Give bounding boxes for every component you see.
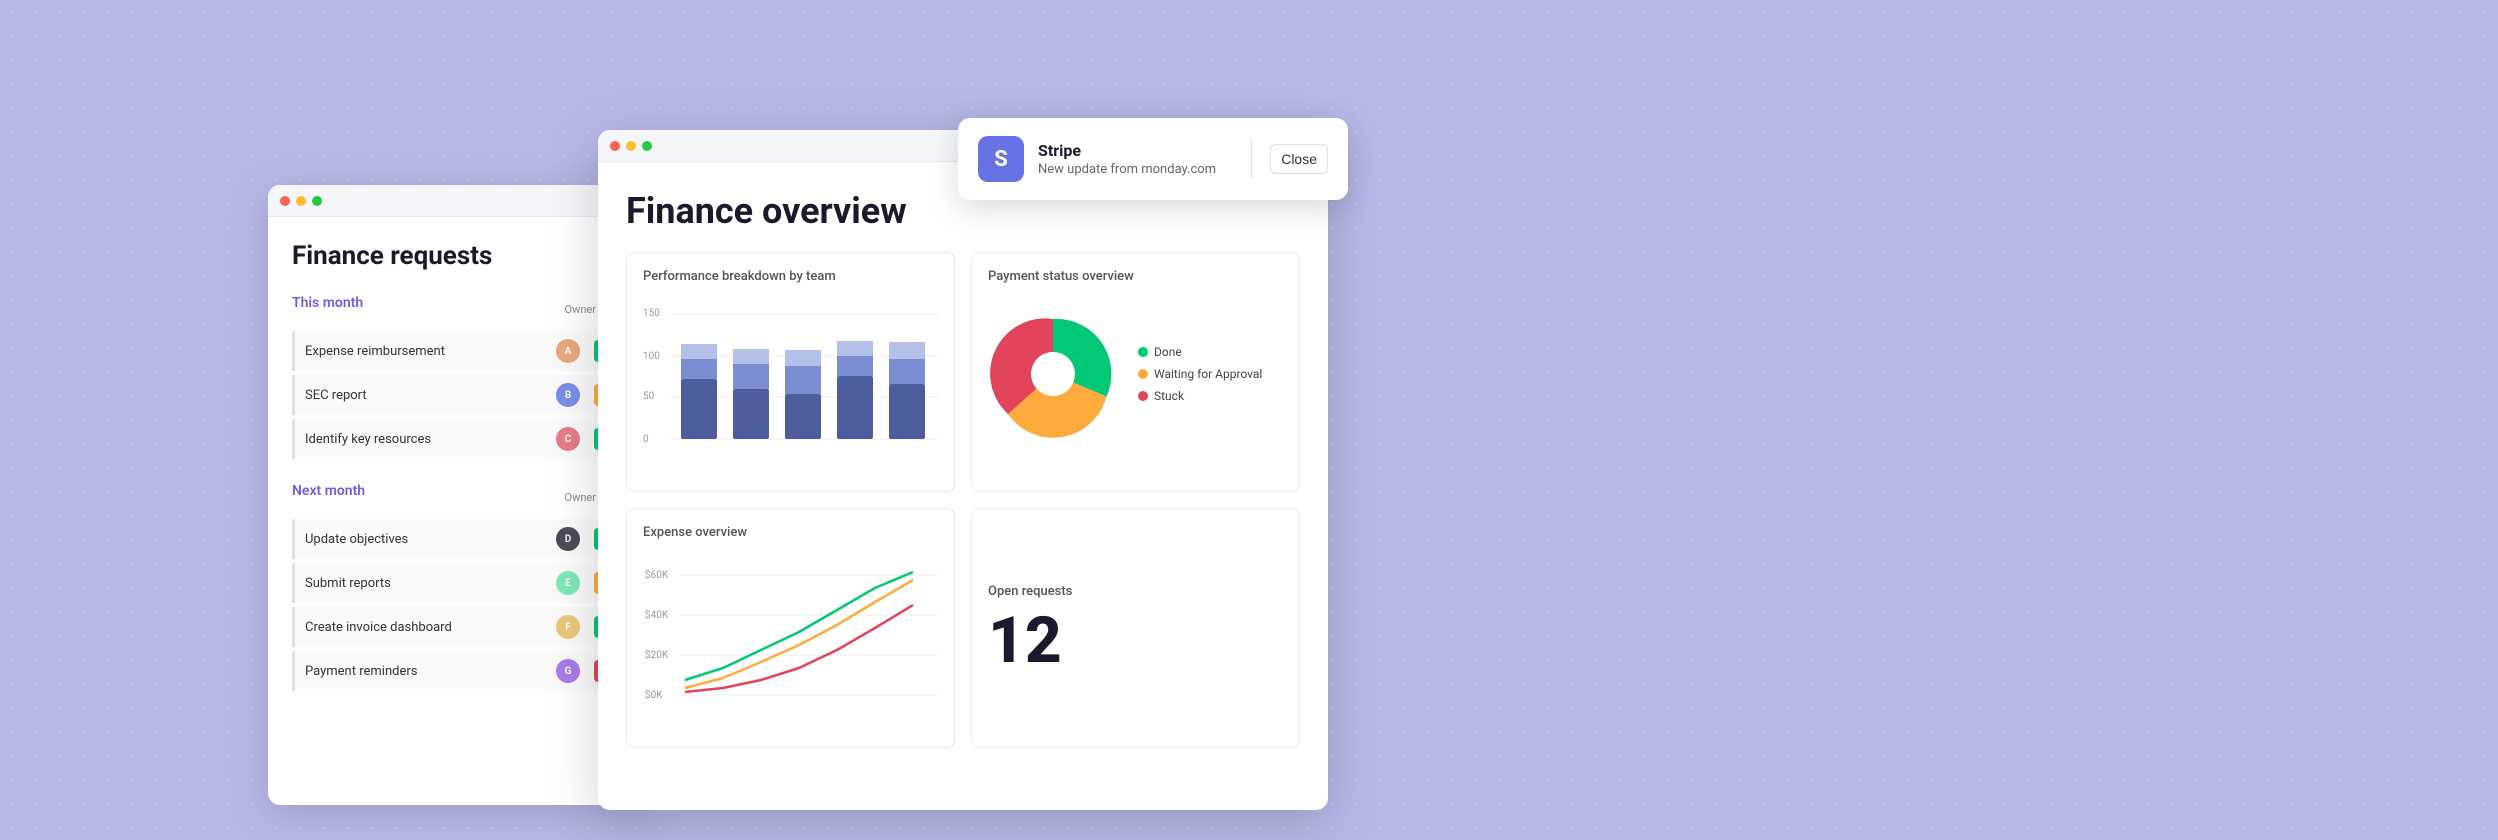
svg-text:50: 50 (643, 391, 655, 402)
bar-chart-title: Performance breakdown by team (643, 269, 938, 284)
owner-label-2: Owner (565, 491, 596, 504)
legend-dot-waiting (1138, 369, 1148, 379)
notification-text: Stripe New update from monday.com (1038, 141, 1233, 177)
scene: Finance requests This month Owner Expens… (0, 0, 2498, 840)
task-name: Submit reports (305, 576, 556, 591)
this-month-label: This month (292, 295, 363, 311)
open-requests-count: 12 (988, 609, 1062, 673)
overview-content: Finance overview Performance breakdown b… (598, 162, 1328, 768)
open-requests-title: Open requests (988, 584, 1072, 599)
task-name: Payment reminders (305, 664, 556, 679)
legend-label-stuck: Stuck (1154, 389, 1184, 403)
window-dot-green (312, 196, 322, 206)
legend-item-waiting: Waiting for Approval (1138, 367, 1262, 381)
avatar: A (556, 339, 580, 363)
notification-close-button[interactable]: Close (1270, 144, 1328, 174)
finance-requests-content: Finance requests This month Owner Expens… (268, 217, 648, 735)
bar-chart: 0 50 100 150 (643, 294, 938, 474)
next-month-header: Next month Owner (292, 483, 624, 511)
svg-text:$40K: $40K (645, 608, 669, 621)
avatar: E (556, 571, 580, 595)
svg-text:$60K: $60K (645, 568, 669, 581)
notification-divider (1251, 139, 1252, 179)
owner-label-1: Owner (565, 303, 596, 316)
legend-item-stuck: Stuck (1138, 389, 1262, 403)
task-name: Create invoice dashboard (305, 620, 556, 635)
bar-chart-widget: Performance breakdown by team 0 50 100 1… (626, 252, 955, 492)
stripe-icon: S (978, 136, 1024, 182)
bar-chart-svg: 0 50 100 150 (643, 294, 943, 464)
avatar: G (556, 659, 580, 683)
pie-container: Done Waiting for Approval Stuck (988, 294, 1283, 454)
legend-label-done: Done (1154, 345, 1182, 359)
next-month-list: Update objectives D Submit reports E Cre… (292, 519, 624, 691)
window-dot-red (280, 196, 290, 206)
this-month-list: Expense reimbursement A SEC report B Ide… (292, 331, 624, 459)
list-item: Expense reimbursement A (292, 331, 624, 371)
avatar: C (556, 427, 580, 451)
legend-item-done: Done (1138, 345, 1262, 359)
legend-label-waiting: Waiting for Approval (1154, 367, 1262, 381)
overview-grid: Performance breakdown by team 0 50 100 1… (626, 252, 1300, 748)
notification-title: Stripe (1038, 141, 1233, 160)
open-requests-widget: Open requests 12 (971, 508, 1300, 748)
svg-text:0: 0 (643, 434, 649, 445)
notification-subtitle: New update from monday.com (1038, 162, 1233, 177)
pie-chart-title: Payment status overview (988, 269, 1283, 284)
pie-legend: Done Waiting for Approval Stuck (1138, 345, 1262, 403)
legend-dot-done (1138, 347, 1148, 357)
window-dot-yellow (626, 141, 636, 151)
avatar: F (556, 615, 580, 639)
list-item: SEC report B (292, 375, 624, 415)
svg-text:$0K: $0K (645, 688, 663, 701)
finance-overview-card: Finance overview Performance breakdown b… (598, 130, 1328, 810)
legend-dot-stuck (1138, 391, 1148, 401)
task-name: SEC report (305, 388, 556, 403)
window-dot-yellow (296, 196, 306, 206)
avatar: D (556, 527, 580, 551)
pie-chart-widget: Payment status overview (971, 252, 1300, 492)
task-name: Expense reimbursement (305, 344, 556, 359)
notification-card: S Stripe New update from monday.com Clos… (958, 118, 1348, 200)
list-item: Submit reports E (292, 563, 624, 603)
line-chart-svg: $0K $20K $40K $60K (643, 550, 943, 720)
line-chart-widget: Expense overview $0K $20K $40K $60K (626, 508, 955, 748)
line-chart-title: Expense overview (643, 525, 938, 540)
this-month-header: This month Owner (292, 295, 624, 323)
task-name: Identify key resources (305, 432, 556, 447)
card-top-bar (268, 185, 648, 217)
svg-text:150: 150 (643, 308, 660, 319)
list-item: Update objectives D (292, 519, 624, 559)
pie-chart-svg (988, 309, 1118, 439)
avatar: B (556, 383, 580, 407)
window-dot-red (610, 141, 620, 151)
next-month-label: Next month (292, 483, 365, 499)
list-item: Identify key resources C (292, 419, 624, 459)
window-dot-green (642, 141, 652, 151)
list-item: Create invoice dashboard F (292, 607, 624, 647)
finance-requests-card: Finance requests This month Owner Expens… (268, 185, 648, 805)
task-name: Update objectives (305, 532, 556, 547)
line-chart-container: $0K $20K $40K $60K (643, 550, 938, 720)
svg-text:$20K: $20K (645, 648, 669, 661)
list-item: Payment reminders G (292, 651, 624, 691)
svg-text:100: 100 (643, 351, 660, 362)
finance-requests-title: Finance requests (292, 241, 624, 271)
stripe-letter: S (994, 147, 1008, 172)
